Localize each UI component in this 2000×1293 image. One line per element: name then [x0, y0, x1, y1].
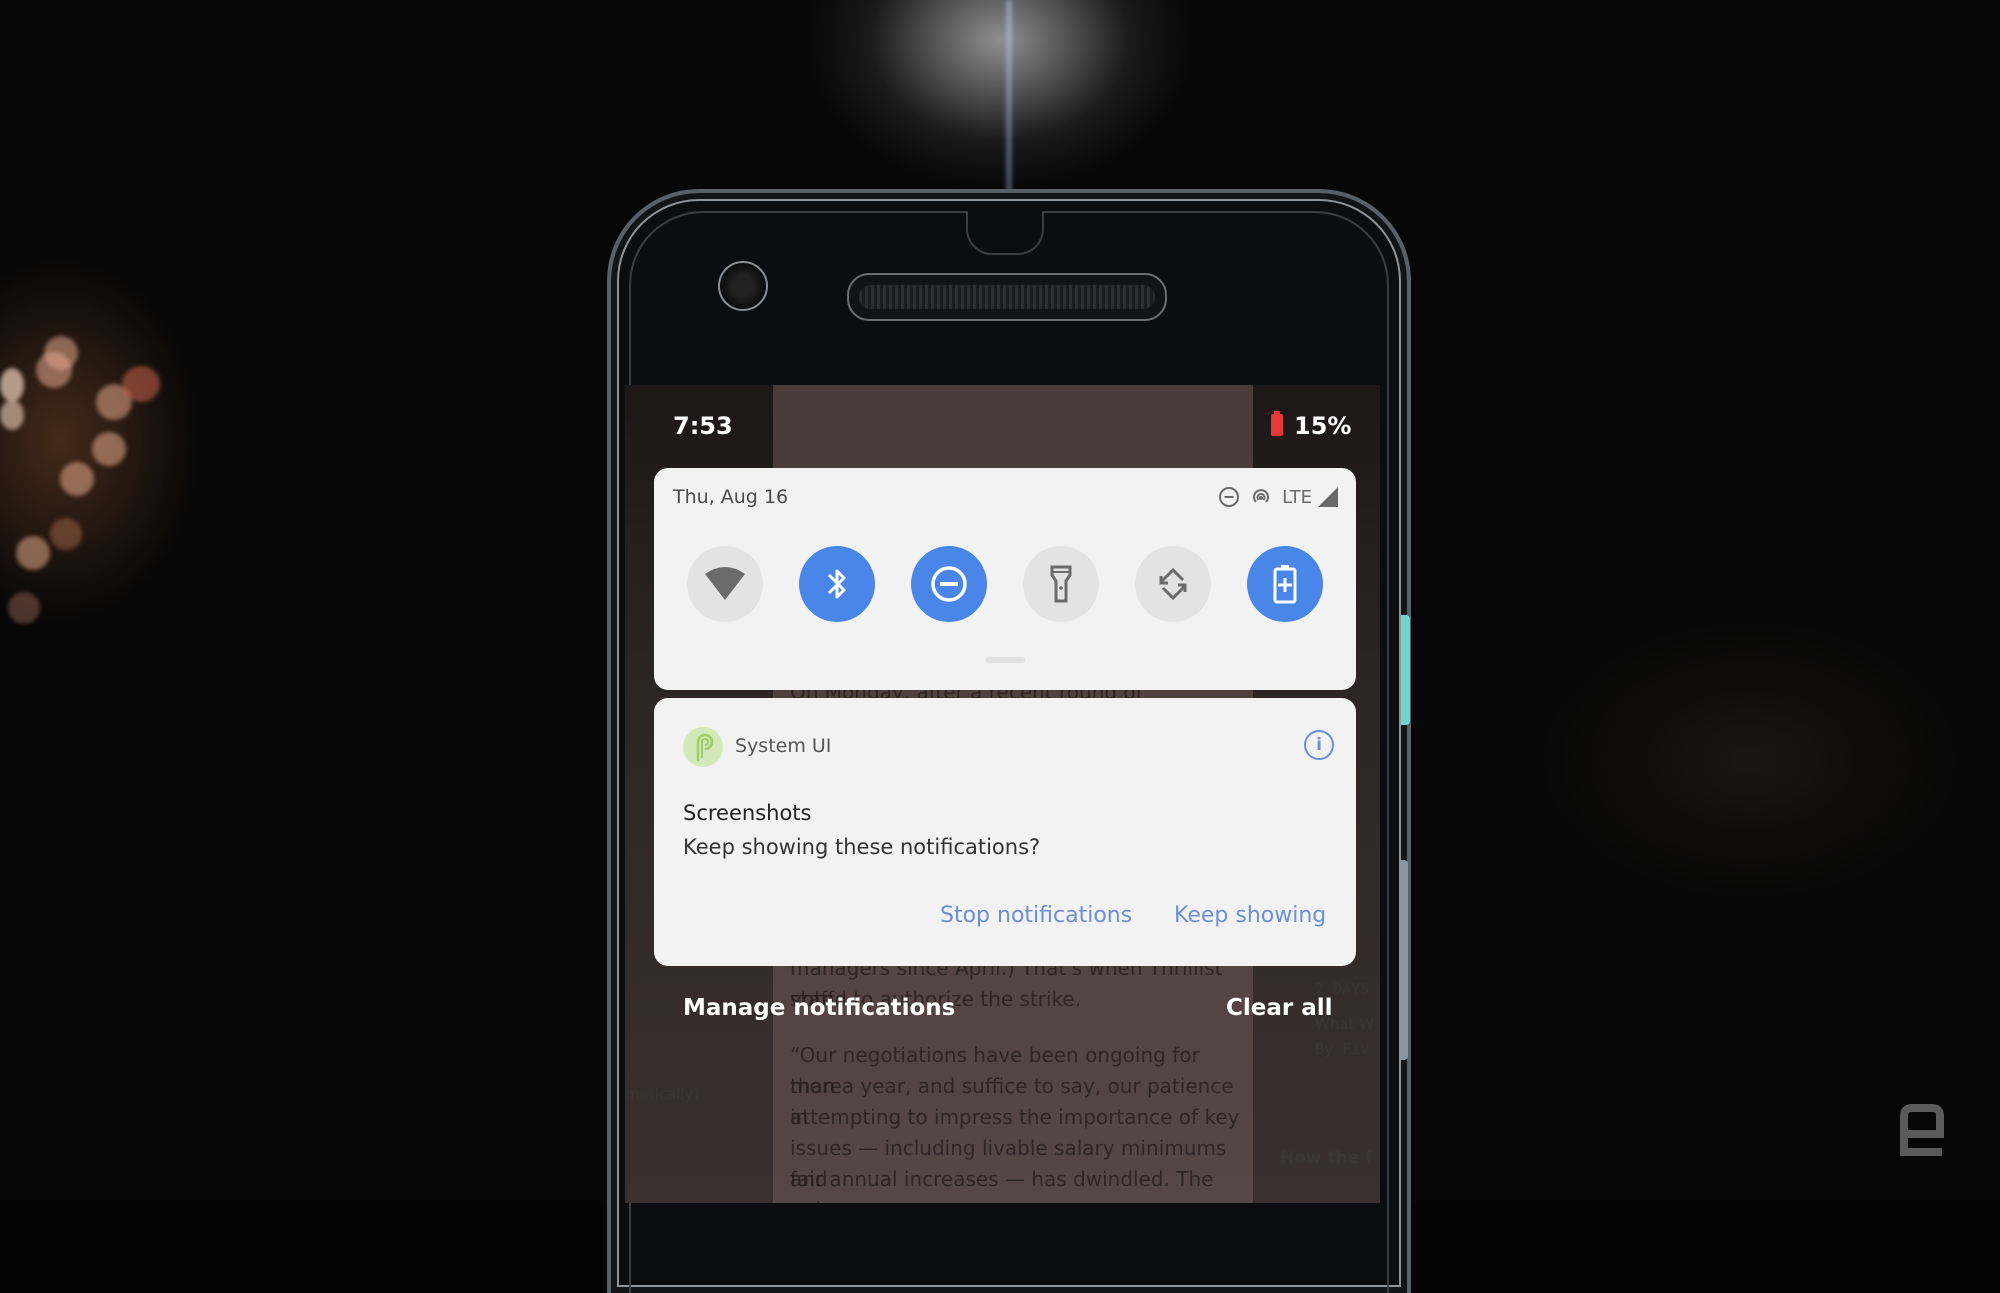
dnd-icon [931, 566, 967, 602]
hotspot-icon [1253, 489, 1269, 503]
bokeh-light [16, 536, 50, 570]
bokeh-light [60, 462, 94, 496]
battery-saver-icon [1273, 565, 1297, 604]
bokeh-light [0, 368, 24, 402]
info-icon[interactable]: i [1304, 730, 1334, 760]
bokeh-light [0, 400, 24, 430]
tile-wifi[interactable] [687, 546, 763, 622]
notification-title: Screenshots [683, 801, 812, 825]
tile-auto-rotate[interactable] [1135, 546, 1211, 622]
power-button [1401, 615, 1410, 725]
bluetooth-icon [827, 569, 846, 599]
quick-settings-panel[interactable]: Thu, Aug 16 LTE [654, 468, 1356, 690]
rotate-icon [1159, 567, 1187, 601]
tile-flashlight[interactable] [1023, 546, 1099, 622]
stop-notifications-button[interactable]: Stop notifications [940, 903, 1132, 928]
dnd-icon [1219, 487, 1240, 507]
notification-app-name: System UI [735, 735, 832, 757]
volume-button [1401, 860, 1408, 1060]
wifi-icon [705, 567, 745, 600]
earpiece-speaker [847, 273, 1167, 321]
tile-bluetooth[interactable] [799, 546, 875, 622]
network-type: LTE [1282, 486, 1312, 508]
notification-text: Keep showing these notifications? [683, 835, 1041, 859]
qs-drag-handle[interactable] [985, 657, 1025, 663]
status-time: 7:53 [673, 412, 733, 440]
keep-showing-button[interactable]: Keep showing [1174, 903, 1326, 928]
qs-date[interactable]: Thu, Aug 16 [673, 486, 788, 508]
side-text: How the f [1280, 1148, 1373, 1168]
notch [966, 211, 1044, 255]
bokeh-light [92, 432, 126, 466]
clear-all-button[interactable]: Clear all [1226, 995, 1333, 1021]
qs-indicators: LTE [1218, 486, 1338, 508]
article-line: attempting to impress the importance of … [790, 1105, 1240, 1129]
bokeh-light [122, 366, 160, 402]
signal-icon [1318, 487, 1338, 507]
side-text: matically) [625, 1085, 700, 1103]
front-camera [718, 261, 768, 311]
side-text: By Fiv [1315, 1040, 1370, 1058]
bokeh-light [50, 518, 82, 550]
tile-do-not-disturb[interactable] [911, 546, 987, 622]
tile-battery-saver[interactable] [1247, 546, 1323, 622]
flashlight-icon [1050, 565, 1072, 603]
notification-card[interactable]: System UI i Screenshots Keep showing the… [654, 698, 1356, 966]
manage-notifications-button[interactable]: Manage notifications [683, 995, 955, 1021]
bokeh-light [44, 336, 78, 370]
engadget-logo [1900, 1104, 1944, 1156]
article-line: fair annual increases — has dwindled. Th… [790, 1167, 1214, 1203]
android-p-icon [683, 727, 723, 767]
battery-percent: 15% [1294, 412, 1352, 440]
bokeh-light [8, 592, 40, 624]
battery-alert-icon [1271, 411, 1283, 436]
